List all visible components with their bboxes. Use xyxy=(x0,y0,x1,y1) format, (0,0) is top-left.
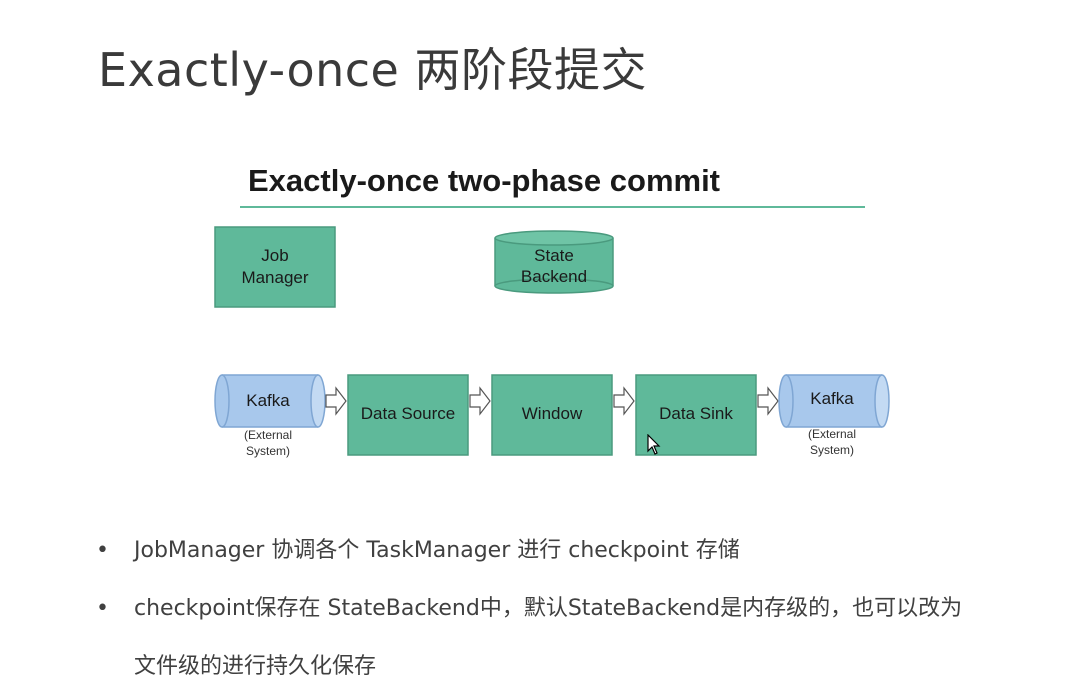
source-kafka-label: Kafka xyxy=(246,391,290,410)
arrow-icon xyxy=(757,386,779,416)
two-phase-commit-diagram: Exactly-once two-phase commit Job Manage… xyxy=(214,163,890,458)
bullet-icon: • xyxy=(96,596,109,621)
state-backend-line2: Backend xyxy=(521,267,587,286)
bullet-text: checkpoint保存在 StateBackend中，默认StateBacke… xyxy=(134,596,963,621)
data-sink-label: Data Sink xyxy=(659,404,733,423)
bullet-list: • JobManager 协调各个 TaskManager 进行 checkpo… xyxy=(96,522,1056,696)
mouse-pointer-icon xyxy=(647,434,661,455)
bullet-icon: • xyxy=(96,538,109,563)
window-label: Window xyxy=(522,404,583,423)
source-kafka-caption-line2: System) xyxy=(246,444,290,458)
sink-kafka-caption-line1: (External xyxy=(808,427,856,441)
arrow-icon xyxy=(469,386,491,416)
bullet-text: JobManager 协调各个 TaskManager 进行 checkpoin… xyxy=(134,538,740,563)
sink-kafka-caption-line2: System) xyxy=(810,443,854,457)
arrow-icon xyxy=(613,386,635,416)
bullet-text-continuation: 文件级的进行持久化保存 xyxy=(134,654,377,679)
arrow-icon xyxy=(325,386,347,416)
job-manager-box: Job Manager xyxy=(214,226,336,308)
state-backend-cylinder: State Backend xyxy=(494,230,614,294)
job-manager-line1: Job xyxy=(261,246,288,265)
state-backend-line1: State xyxy=(534,246,574,265)
source-kafka-cylinder: Kafka xyxy=(214,374,326,428)
job-manager-line2: Manager xyxy=(241,268,308,287)
bullet-item: • JobManager 协调各个 TaskManager 进行 checkpo… xyxy=(96,522,1056,580)
sink-kafka-cylinder: Kafka xyxy=(778,374,890,428)
bullet-item: • checkpoint保存在 StateBackend中，默认StateBac… xyxy=(96,580,1056,696)
diagram-heading: Exactly-once two-phase commit xyxy=(248,163,720,198)
data-source-label: Data Source xyxy=(361,404,456,423)
slide-title: Exactly-once 两阶段提交 xyxy=(98,43,647,97)
data-source-box: Data Source xyxy=(347,374,469,456)
sink-kafka-label: Kafka xyxy=(810,389,854,408)
window-box: Window xyxy=(491,374,613,456)
source-kafka-caption-line1: (External xyxy=(244,428,292,442)
